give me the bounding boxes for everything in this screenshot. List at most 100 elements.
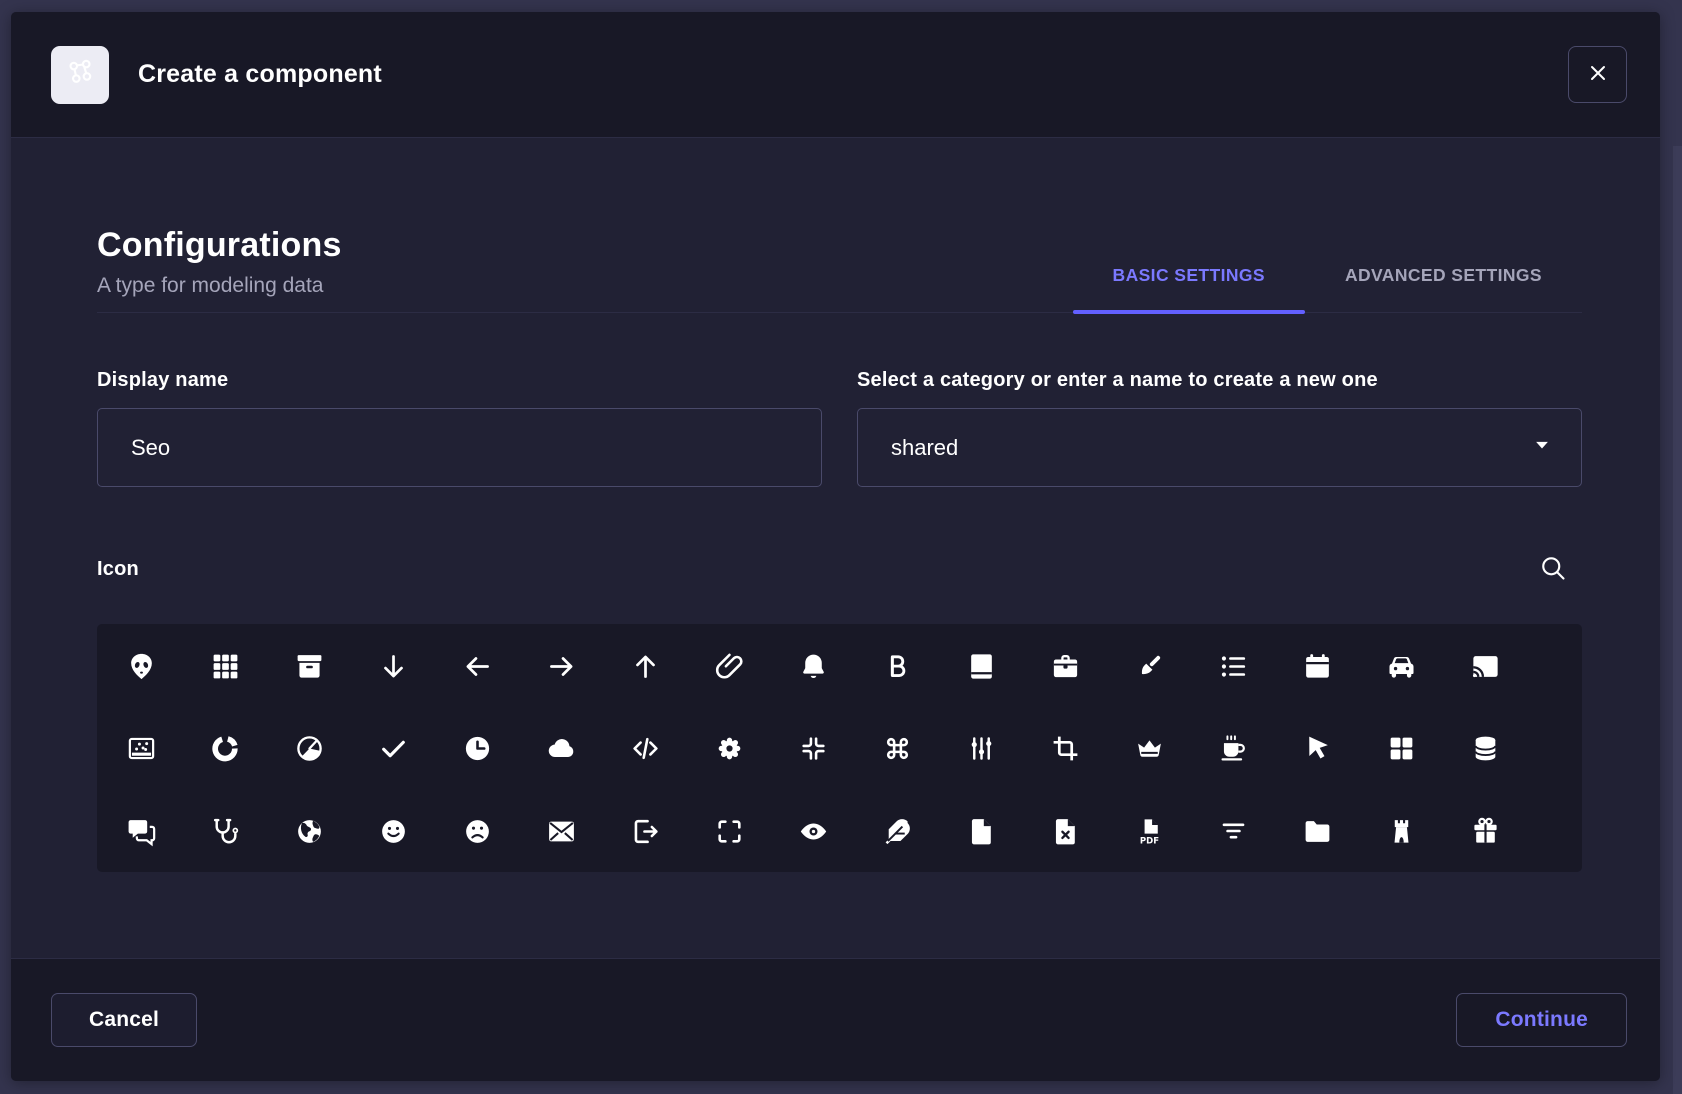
icon-option-envelop[interactable] — [539, 809, 583, 853]
briefcase-icon — [1050, 651, 1081, 682]
icon-label: Icon — [97, 558, 139, 581]
command-icon — [882, 733, 913, 764]
icon-option-crop[interactable] — [1043, 727, 1087, 771]
icon-option-cloud[interactable] — [539, 727, 583, 771]
icon-option-apps[interactable] — [203, 644, 247, 688]
cursor-icon — [1302, 733, 1333, 764]
close-icon — [1586, 61, 1610, 88]
exit-icon — [630, 816, 661, 847]
icon-option-cast[interactable] — [1463, 644, 1507, 688]
icon-option-chart-circle[interactable] — [203, 727, 247, 771]
icon-option-collapse[interactable] — [791, 727, 835, 771]
tab-basic-settings[interactable]: BASIC SETTINGS — [1073, 265, 1305, 312]
icon-option-exit[interactable] — [623, 809, 667, 853]
envelop-icon — [546, 816, 577, 847]
car-icon — [1386, 651, 1417, 682]
icon-option-database[interactable] — [1463, 727, 1507, 771]
icon-option-arrow-left[interactable] — [455, 644, 499, 688]
bell-icon — [798, 651, 829, 682]
arrow-up-icon — [630, 651, 661, 682]
icon-option-arrow-down[interactable] — [371, 644, 415, 688]
settings-tabs: BASIC SETTINGS ADVANCED SETTINGS — [1073, 265, 1582, 312]
icon-option-brush[interactable] — [1127, 644, 1171, 688]
icon-option-bold[interactable] — [875, 644, 919, 688]
feather-icon — [882, 816, 913, 847]
brush-icon — [1134, 651, 1165, 682]
continue-button[interactable]: Continue — [1456, 993, 1627, 1047]
svg-text:PDF: PDF — [1139, 836, 1158, 846]
calendar-icon — [1302, 651, 1333, 682]
section-head-row: Configurations A type for modeling data … — [97, 226, 1582, 313]
icon-option-briefcase[interactable] — [1043, 644, 1087, 688]
dashboard-icon — [1386, 733, 1417, 764]
icon-option-book[interactable] — [959, 644, 1003, 688]
icon-option-chart-bubble[interactable] — [119, 727, 163, 771]
icon-option-check[interactable] — [371, 727, 415, 771]
crop-icon — [1050, 733, 1081, 764]
icon-option-discuss[interactable] — [119, 809, 163, 853]
collapse-icon — [798, 733, 829, 764]
icon-option-calendar[interactable] — [1295, 644, 1339, 688]
chart-pie-icon — [294, 733, 325, 764]
icon-option-eye[interactable] — [791, 809, 835, 853]
icon-option-command[interactable] — [875, 727, 919, 771]
gate-icon — [1386, 816, 1417, 847]
icon-option-expand[interactable] — [707, 809, 751, 853]
icon-picker-header: Icon — [97, 551, 1582, 588]
icon-option-file-error[interactable] — [1043, 809, 1087, 853]
form-row: Display name Select a category or enter … — [97, 369, 1582, 487]
gift-icon — [1470, 816, 1501, 847]
arrow-right-icon — [546, 651, 577, 682]
icon-option-archive[interactable] — [287, 644, 331, 688]
icon-option-folder[interactable] — [1295, 809, 1339, 853]
close-button[interactable] — [1568, 46, 1627, 103]
icon-option-chart-pie[interactable] — [287, 727, 331, 771]
chart-circle-icon — [210, 733, 241, 764]
connector-icon — [966, 733, 997, 764]
cloud-icon — [546, 733, 577, 764]
icon-option-bell[interactable] — [791, 644, 835, 688]
icon-option-feather[interactable] — [875, 809, 919, 853]
icon-option-bullet-list[interactable] — [1211, 644, 1255, 688]
icon-option-cog[interactable] — [707, 727, 751, 771]
modal-header: Create a component — [11, 12, 1660, 138]
icon-option-code[interactable] — [623, 727, 667, 771]
icon-search-button[interactable] — [1536, 551, 1570, 588]
modal-title: Create a component — [138, 60, 382, 89]
icon-option-cup[interactable] — [1211, 727, 1255, 771]
tab-advanced-settings[interactable]: ADVANCED SETTINGS — [1305, 265, 1582, 312]
icon-option-gate[interactable] — [1379, 809, 1423, 853]
icon-option-clock[interactable] — [455, 727, 499, 771]
icon-option-cursor[interactable] — [1295, 727, 1339, 771]
icon-option-doctor[interactable] — [203, 809, 247, 853]
icon-option-car[interactable] — [1379, 644, 1423, 688]
display-name-input[interactable] — [97, 408, 822, 487]
archive-icon — [294, 651, 325, 682]
clock-icon — [462, 733, 493, 764]
icon-option-arrow-right[interactable] — [539, 644, 583, 688]
category-label: Select a category or enter a name to cre… — [857, 369, 1582, 392]
icon-option-filter[interactable] — [1211, 809, 1255, 853]
icon-option-connector[interactable] — [959, 727, 1003, 771]
bullet-list-icon — [1218, 651, 1249, 682]
category-selected-value: shared — [891, 435, 958, 461]
icon-option-alien[interactable] — [119, 644, 163, 688]
file-error-icon — [1050, 816, 1081, 847]
icon-option-crown[interactable] — [1127, 727, 1171, 771]
icon-option-dashboard[interactable] — [1379, 727, 1423, 771]
category-select[interactable]: shared — [857, 408, 1582, 487]
icon-option-emotion-happy[interactable] — [371, 809, 415, 853]
icon-option-arrow-up[interactable] — [623, 644, 667, 688]
create-component-modal: Create a component Configurations A type… — [11, 12, 1660, 1081]
icon-option-attachment[interactable] — [707, 644, 751, 688]
doctor-icon — [210, 816, 241, 847]
icon-option-gift[interactable] — [1463, 809, 1507, 853]
icon-option-earth[interactable] — [287, 809, 331, 853]
icon-option-emotion-unhappy[interactable] — [455, 809, 499, 853]
icon-option-file-pdf[interactable]: PDF — [1127, 809, 1171, 853]
cog-icon — [714, 733, 745, 764]
icon-option-file[interactable] — [959, 809, 1003, 853]
section-subheading: A type for modeling data — [97, 274, 342, 298]
cancel-button[interactable]: Cancel — [51, 993, 197, 1047]
cast-icon — [1470, 651, 1501, 682]
